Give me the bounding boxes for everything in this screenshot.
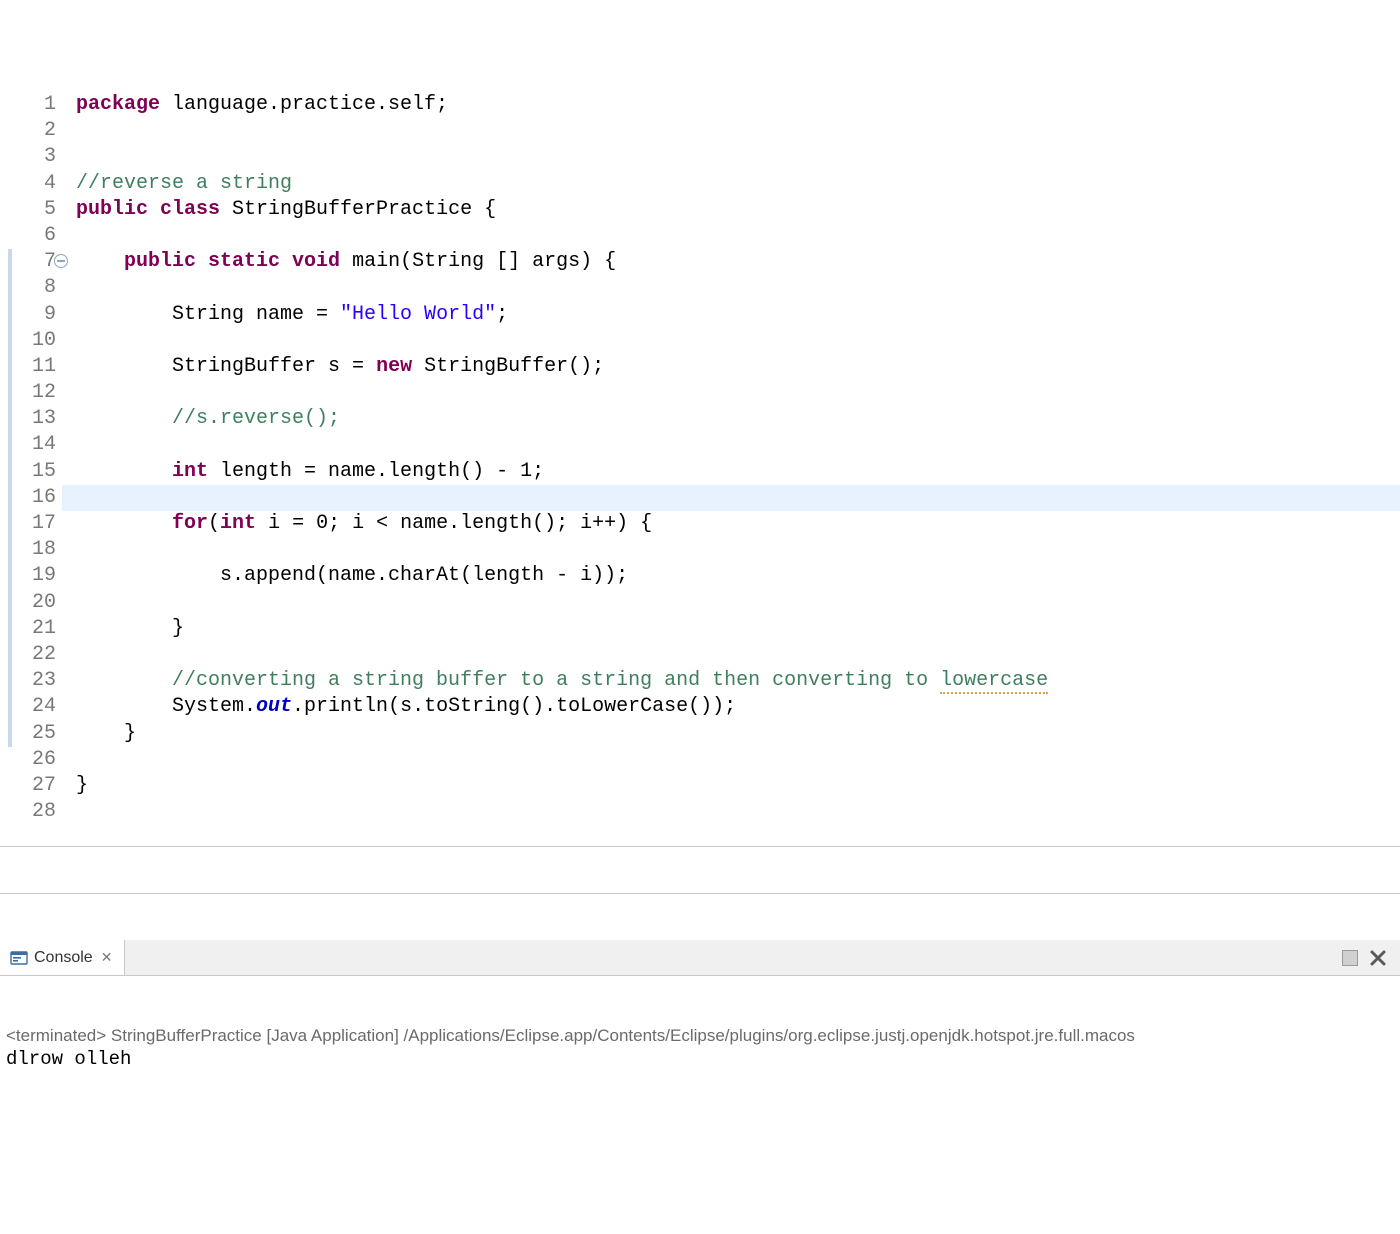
line-number: 24 [0,694,56,720]
line-number: 5 [0,197,56,223]
line-number: 10 [0,328,56,354]
line-number: 19 [0,563,56,589]
line-number: 11 [0,354,56,380]
line-number: 17 [0,511,56,537]
code-line[interactable]: public class StringBufferPractice { [76,197,1400,223]
code-editor[interactable]: 1234567891011121314151617181920212223242… [0,92,1400,847]
console-output: dlrow olleh [6,1048,1394,1070]
line-number-gutter: 1234567891011121314151617181920212223242… [0,92,62,846]
console-tab-strip: Console ✕ [0,940,1400,976]
console-panel: Console ✕ <terminated> StringBufferPract… [0,893,1400,1103]
tab-close-icon[interactable]: ✕ [99,949,115,966]
line-number: 20 [0,590,56,616]
code-line[interactable] [76,799,1400,825]
line-number: 21 [0,616,56,642]
code-line[interactable]: int length = name.length() - 1; [76,459,1400,485]
code-line[interactable] [76,642,1400,668]
code-line[interactable]: System.out.println(s.toString().toLowerC… [76,694,1400,720]
line-number: 2 [0,118,56,144]
code-line[interactable] [76,537,1400,563]
code-line[interactable]: //s.reverse(); [76,406,1400,432]
code-line[interactable] [76,485,1400,511]
line-number: 13 [0,406,56,432]
line-number: 16 [0,485,56,511]
console-status-line: <terminated> StringBufferPractice [Java … [6,1026,1394,1046]
line-number: 14 [0,432,56,458]
code-line[interactable]: String name = "Hello World"; [76,302,1400,328]
code-line[interactable]: for(int i = 0; i < name.length(); i++) { [76,511,1400,537]
console-tab-label: Console [34,949,93,967]
line-number: 23 [0,668,56,694]
code-line[interactable]: } [76,616,1400,642]
code-line[interactable] [76,432,1400,458]
line-number: 6 [0,223,56,249]
code-line[interactable]: package language.practice.self; [76,92,1400,118]
code-line[interactable]: //converting a string buffer to a string… [76,668,1400,694]
code-line[interactable] [76,144,1400,170]
terminate-icon[interactable] [1342,950,1358,966]
line-number: 1 [0,92,56,118]
line-number: 28 [0,799,56,825]
code-line[interactable] [76,328,1400,354]
line-number: 18 [0,537,56,563]
remove-all-terminated-icon[interactable] [1368,948,1388,968]
code-line[interactable]: public static void main(String [] args) … [76,249,1400,275]
line-number: 27 [0,773,56,799]
code-line[interactable] [76,380,1400,406]
line-number: 26 [0,747,56,773]
line-number: 25 [0,721,56,747]
code-area[interactable]: package language.practice.self; //reverse… [62,92,1400,846]
code-line[interactable] [76,747,1400,773]
code-line[interactable] [76,590,1400,616]
line-number: 4 [0,171,56,197]
console-tab[interactable]: Console ✕ [0,940,125,975]
code-line[interactable] [76,275,1400,301]
code-line[interactable] [76,118,1400,144]
console-icon [10,949,28,967]
line-number: 15 [0,459,56,485]
line-number: 3 [0,144,56,170]
line-number: 12 [0,380,56,406]
code-line[interactable]: //reverse a string [76,171,1400,197]
line-number: 22 [0,642,56,668]
line-number: 7 [0,249,56,275]
line-number: 8 [0,275,56,301]
code-line[interactable]: s.append(name.charAt(length - i)); [76,563,1400,589]
code-line[interactable] [76,223,1400,249]
code-line[interactable]: } [76,721,1400,747]
code-line[interactable]: } [76,773,1400,799]
code-line[interactable]: StringBuffer s = new StringBuffer(); [76,354,1400,380]
console-body: <terminated> StringBufferPractice [Java … [0,1022,1400,1080]
line-number: 9 [0,302,56,328]
